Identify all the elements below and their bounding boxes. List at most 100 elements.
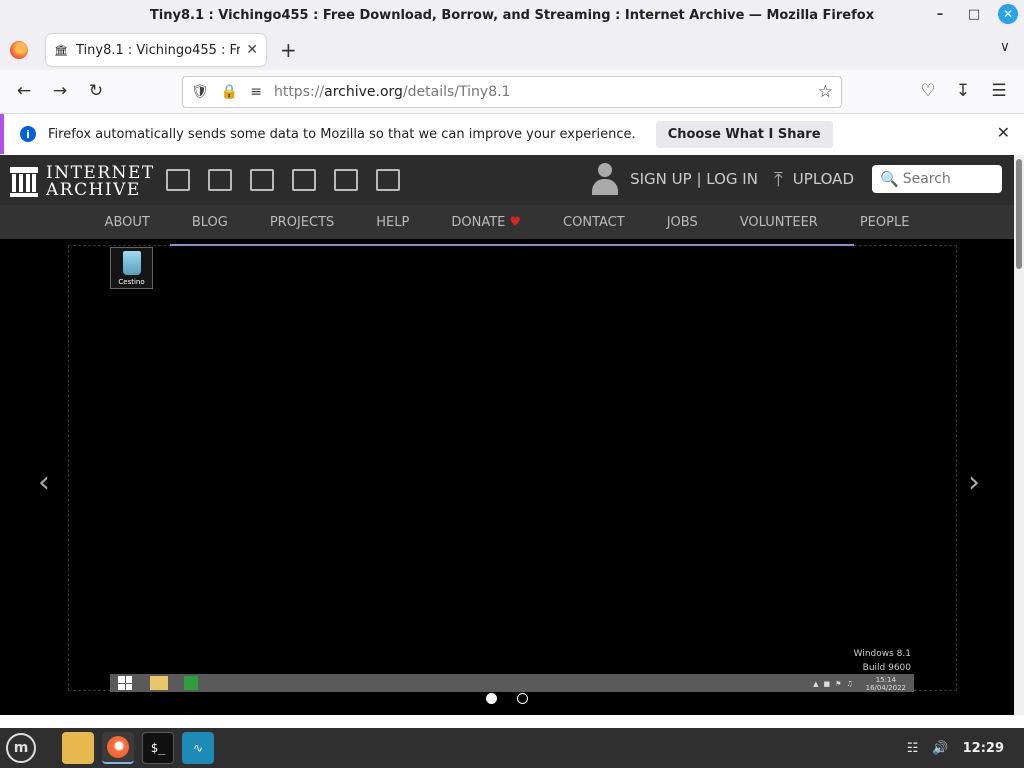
texts-icon[interactable] <box>208 169 232 191</box>
terminal-icon[interactable]: $_ <box>142 732 174 764</box>
nav-volunteer[interactable]: VOLUNTEER <box>719 215 839 230</box>
nav-blog[interactable]: BLOG <box>171 215 249 230</box>
monitor-icon[interactable]: ∿ <box>182 732 214 764</box>
nav-donate[interactable]: DONATE ♥ <box>430 215 542 230</box>
tab-active[interactable]: 🏛 Tiny8.1 : Vichingo455 : Free ✕ <box>46 34 266 66</box>
download-icon[interactable]: ↧ <box>952 81 974 101</box>
emulated-date: 16/04/2022 <box>865 684 906 692</box>
shield-icon[interactable]: 🛡 <box>191 84 209 100</box>
carousel-dot-1[interactable] <box>486 693 497 704</box>
forward-icon[interactable]: → <box>49 81 71 101</box>
nav-people[interactable]: PEOPLE <box>839 215 931 230</box>
address-bar[interactable]: 🛡 🔒 ≡ https://archive.org/details/Tiny8.… <box>182 76 842 108</box>
nav-help[interactable]: HELP <box>355 215 430 230</box>
windows-version-line2: Build 9600 <box>862 663 911 673</box>
permissions-icon[interactable]: ≡ <box>250 84 262 100</box>
os-taskbar: m $_ ∿ ☷ 🔊 12:29 <box>0 728 1024 768</box>
ia-logo[interactable]: INTERNET ARCHIVE <box>10 165 155 199</box>
images-icon[interactable] <box>376 169 400 191</box>
files-icon[interactable] <box>62 732 94 764</box>
firefox-taskbar-icon[interactable] <box>102 732 134 764</box>
page-scrollbar[interactable] <box>1014 155 1024 715</box>
scrollbar-thumb[interactable] <box>1016 159 1022 269</box>
mint-menu-icon[interactable]: m <box>6 733 36 763</box>
url-host: archive.org <box>324 84 403 100</box>
archive-favicon: 🏛 <box>54 43 68 57</box>
close-window-icon[interactable]: ✕ <box>998 4 1018 24</box>
lock-icon[interactable]: 🔒 <box>221 84 238 100</box>
archive-logo-icon <box>10 167 38 197</box>
person-icon[interactable] <box>592 163 619 195</box>
heart-icon: ♥ <box>509 214 522 230</box>
navigation-toolbar: ← → ↻ 🛡 🔒 ≡ https://archive.org/details/… <box>0 70 1024 114</box>
ia-top-nav: ABOUT BLOG PROJECTS HELP DONATE ♥ CONTACT… <box>0 205 1014 239</box>
ia-logo-line2: ARCHIVE <box>46 180 141 200</box>
tray-arrow-icon: ▲ <box>813 680 819 688</box>
minimize-icon[interactable]: – <box>930 4 950 24</box>
emulated-time: 15:14 <box>875 676 896 684</box>
audio-icon[interactable] <box>292 169 316 191</box>
recycle-bin-label: Cestino <box>118 278 145 286</box>
upload-link[interactable]: UPLOAD <box>793 170 854 188</box>
nav-projects[interactable]: PROJECTS <box>249 215 355 230</box>
system-clock[interactable]: 12:29 <box>963 741 1004 756</box>
windows-version-watermark: Windows 8.1 Build 9600 <box>835 647 911 675</box>
menu-icon[interactable]: ☰ <box>988 81 1010 101</box>
choose-what-i-share-button[interactable]: Choose What I Share <box>655 120 833 148</box>
ia-search-box[interactable]: 🔍 <box>872 165 1002 193</box>
window-title: Tiny8.1 : Vichingo455 : Free Download, B… <box>149 7 875 23</box>
star-icon[interactable]: ☆ <box>818 82 833 102</box>
page-content: INTERNET ARCHIVE SIGN UP | LOG IN ⤒ UPLO… <box>0 155 1014 715</box>
tab-bar: 🏛 Tiny8.1 : Vichingo455 : Free ✕ + ∨ <box>0 30 1024 70</box>
carousel-dot-2[interactable] <box>517 693 528 704</box>
close-icon[interactable]: ✕ <box>997 123 1010 142</box>
notification-message: Firefox automatically sends some data to… <box>48 126 636 142</box>
emulated-tray: ▲ ■ ⚑ ♫ 15:14 16/04/2022 <box>813 676 906 692</box>
url-scheme: https:// <box>273 84 325 100</box>
ia-header: INTERNET ARCHIVE SIGN UP | LOG IN ⤒ UPLO… <box>0 155 1014 205</box>
store-icon[interactable] <box>184 676 198 690</box>
maximize-icon[interactable]: □ <box>964 4 984 24</box>
network-icon[interactable]: ☷ <box>907 741 919 756</box>
info-icon: i <box>20 126 36 142</box>
windows-start-icon[interactable] <box>118 676 132 690</box>
web-icon[interactable] <box>166 169 190 191</box>
volume-icon[interactable]: 🔊 <box>932 741 948 756</box>
upload-icon[interactable]: ⤒ <box>774 167 783 191</box>
tab-title: Tiny8.1 : Vichingo455 : Free <box>76 42 241 58</box>
chevron-down-icon[interactable]: ∨ <box>1000 39 1010 55</box>
software-icon[interactable] <box>334 169 358 191</box>
pocket-icon[interactable]: ♡ <box>917 81 939 101</box>
nav-jobs[interactable]: JOBS <box>646 215 719 230</box>
reload-icon[interactable]: ↻ <box>85 81 107 101</box>
recycle-bin-icon[interactable]: Cestino <box>110 247 153 289</box>
nav-about[interactable]: ABOUT <box>84 215 171 230</box>
search-icon: 🔍 <box>880 170 899 188</box>
nav-contact[interactable]: CONTACT <box>542 215 646 230</box>
window-titlebar: Tiny8.1 : Vichingo455 : Free Download, B… <box>0 0 1024 30</box>
recycle-bin-graphic <box>122 251 141 275</box>
window-controls: – □ ✕ <box>930 4 1018 24</box>
carousel-dots <box>0 693 1014 704</box>
video-icon[interactable] <box>250 169 274 191</box>
load-progress-line <box>170 244 854 246</box>
emulated-clock: 15:14 16/04/2022 <box>866 676 906 692</box>
carousel-next-icon[interactable]: › <box>968 465 980 500</box>
tab-close-icon[interactable]: ✕ <box>246 42 258 58</box>
ia-user-area: SIGN UP | LOG IN ⤒ UPLOAD 🔍 <box>592 163 1002 195</box>
file-explorer-icon[interactable] <box>150 676 168 690</box>
signup-login-link[interactable]: SIGN UP | LOG IN <box>630 170 758 188</box>
emulator-theater[interactable] <box>68 245 957 691</box>
new-tab-button[interactable]: + <box>280 38 297 62</box>
url-path: /details/Tiny8.1 <box>402 84 511 100</box>
system-tray: ☷ 🔊 12:29 <box>907 728 1004 768</box>
firefox-icon[interactable] <box>10 41 28 59</box>
search-input[interactable] <box>902 171 993 187</box>
emulated-windows-taskbar: ▲ ■ ⚑ ♫ 15:14 16/04/2022 <box>110 674 914 692</box>
tray-flag-icon: ⚑ <box>835 680 842 688</box>
tray-volume-icon: ♫ <box>846 680 853 688</box>
dock: $_ ∿ <box>62 732 214 764</box>
back-icon[interactable]: ← <box>13 81 35 101</box>
carousel-prev-icon[interactable]: ‹ <box>38 465 50 500</box>
nav-donate-label: DONATE <box>451 214 506 230</box>
